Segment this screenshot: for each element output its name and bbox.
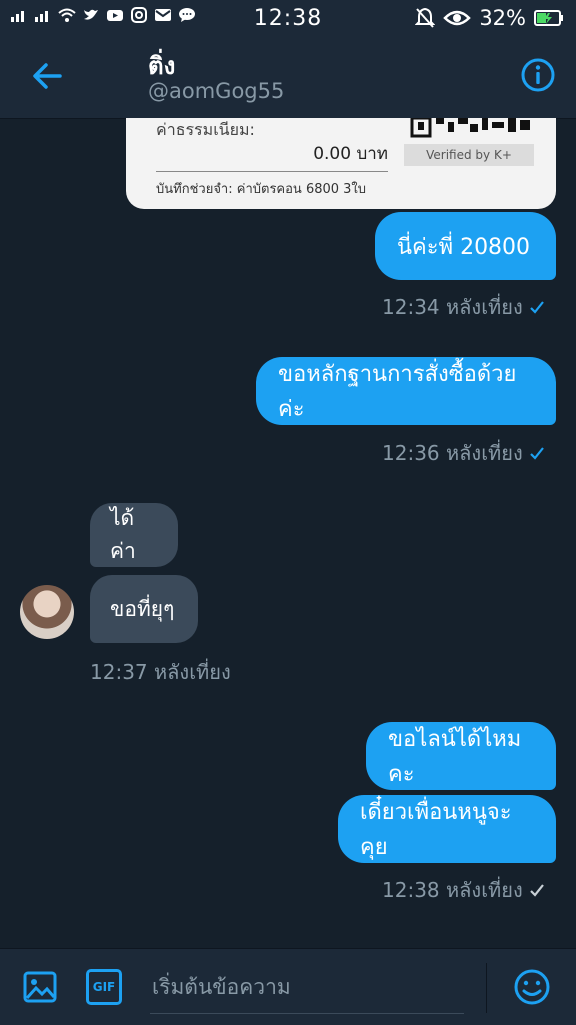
mute-bell-icon <box>415 7 436 28</box>
receipt-fee-amount: 0.00 บาท <box>156 140 388 172</box>
gif-button[interactable]: GIF <box>86 969 122 1005</box>
message-bubble-outgoing[interactable]: ขอหลักฐานการสั่งซื้อด้วยค่ะ <box>256 357 556 425</box>
avatar[interactable] <box>20 585 74 639</box>
receipt-memo: บันทึกช่วยจำ: ค่าบัตรคอน 6800 3ใบ <box>156 182 367 197</box>
message-bubble-incoming[interactable]: ขอที่ยุๆ <box>90 575 198 643</box>
back-arrow-icon[interactable] <box>30 58 66 94</box>
transfer-receipt-image[interactable]: ค่าธรรมเนียม: 0.00 บาท Verified by K+ บั… <box>126 118 556 209</box>
message-bubble-outgoing[interactable]: ขอไลน์ได้ไหมคะ <box>366 722 556 790</box>
message-text: ขอที่ยุๆ <box>110 596 175 621</box>
message-composer: GIF <box>0 948 576 1025</box>
message-bubble-outgoing[interactable]: เดี๋ยวเพื่อนหนูจะคุย <box>338 795 556 863</box>
message-timestamp: 12:37 หลังเที่ยง <box>90 660 231 684</box>
gif-label: GIF <box>92 980 116 994</box>
read-check-icon <box>529 447 544 460</box>
message-bubble-outgoing[interactable]: นี่ค่ะพี่ 20800 <box>375 212 556 280</box>
conversation-header: ติ่ง @aomGog55 <box>0 36 576 119</box>
battery-percent: 32% <box>479 6 526 30</box>
image-icon[interactable] <box>22 969 58 1005</box>
message-timestamp: 12:38 หลังเที่ยง <box>382 874 545 906</box>
message-bubble-incoming[interactable]: ได้ค่า <box>90 503 178 567</box>
receipt-verified-label: Verified by K+ <box>404 144 534 166</box>
emoji-icon[interactable] <box>512 967 552 1007</box>
qr-code-icon <box>410 118 530 138</box>
message-text: เดี๋ยวเพื่อนหนูจะคุย <box>360 800 512 860</box>
sent-check-icon <box>529 884 544 897</box>
battery-icon <box>534 10 563 26</box>
status-bar: 12:38 32% <box>0 0 576 36</box>
message-text: ได้ค่า <box>110 506 136 563</box>
composer-divider <box>486 963 487 1013</box>
contact-handle: @aomGog55 <box>148 79 285 103</box>
message-text: นี่ค่ะพี่ 20800 <box>397 234 531 260</box>
message-text: ขอไลน์ได้ไหมคะ <box>388 727 522 787</box>
message-timestamp: 12:34 หลังเที่ยง <box>382 291 545 323</box>
status-icons-right: 32% <box>415 6 564 30</box>
info-icon[interactable] <box>520 57 556 93</box>
message-text: ขอหลักฐานการสั่งซื้อด้วยค่ะ <box>278 362 517 422</box>
eye-icon <box>443 10 472 26</box>
message-input[interactable] <box>150 961 464 1014</box>
message-timestamp: 12:36 หลังเที่ยง <box>382 437 545 469</box>
read-check-icon <box>529 301 544 314</box>
